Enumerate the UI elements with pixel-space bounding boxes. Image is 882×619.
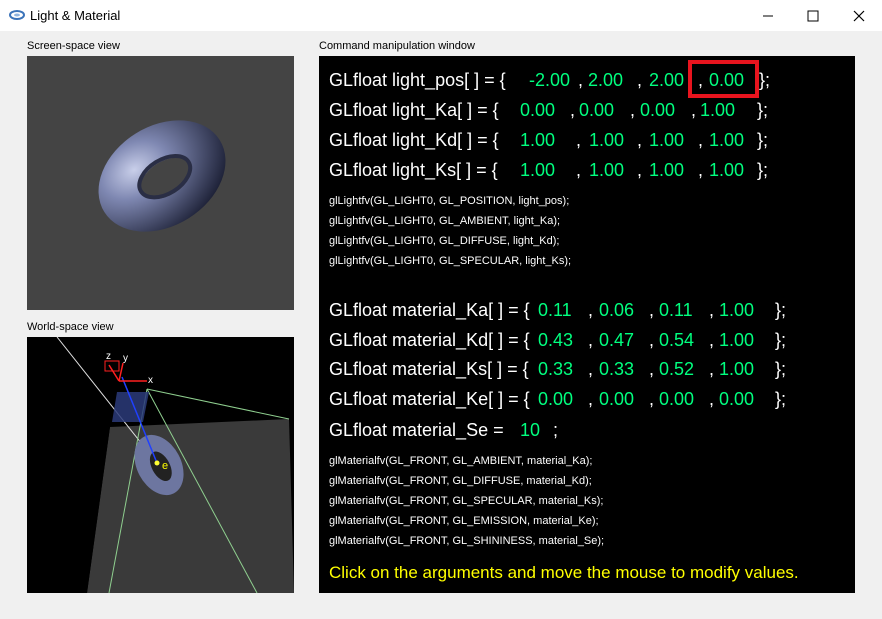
material-kd-decl: GLfloat material_Kd[ ] = { xyxy=(329,330,530,350)
material-ka-arg-0[interactable]: 0.11 xyxy=(538,300,572,321)
light-pos-arg-0[interactable]: -2.00 xyxy=(529,70,570,91)
command-window[interactable]: GLfloat light_pos[ ] = { -2.00 , 2.00 , … xyxy=(319,56,855,593)
light-ka-arg-3[interactable]: 1.00 xyxy=(700,100,735,121)
command-window-label: Command manipulation window xyxy=(319,40,475,52)
light-kd-decl: GLfloat light_Kd[ ] = { xyxy=(329,130,499,150)
material-se-arg[interactable]: 10 xyxy=(520,420,540,441)
material-kd-arg-3[interactable]: 1.00 xyxy=(719,330,754,351)
light-call-1: glLightfv(GL_LIGHT0, GL_AMBIENT, light_K… xyxy=(329,215,561,227)
torus-render xyxy=(98,120,226,232)
light-call-3: glLightfv(GL_LIGHT0, GL_SPECULAR, light_… xyxy=(329,255,572,267)
light-kd-arg-1[interactable]: 1.00 xyxy=(589,130,624,151)
axis-x-label: x xyxy=(148,375,153,386)
material-kd-arg-1[interactable]: 0.47 xyxy=(599,330,634,351)
light-kd-arg-0[interactable]: 1.00 xyxy=(520,130,555,151)
light-pos-arg-3[interactable]: 0.00 xyxy=(709,70,744,91)
material-ka-arg-3[interactable]: 1.00 xyxy=(719,300,754,321)
light-pos-decl: GLfloat light_pos[ ] = { xyxy=(329,70,506,90)
light-pos-arg-1[interactable]: 2.00 xyxy=(588,70,623,91)
light-kd-arg-2[interactable]: 1.00 xyxy=(649,130,684,151)
light-ks-decl: GLfloat light_Ks[ ] = { xyxy=(329,160,498,180)
maximize-button[interactable] xyxy=(790,0,836,31)
material-ke-arg-1[interactable]: 0.00 xyxy=(599,389,634,410)
light-ka-arg-0[interactable]: 0.00 xyxy=(520,100,555,121)
window-title: Light & Material xyxy=(30,8,121,23)
light-kd-end: }; xyxy=(757,130,769,150)
axis-y-label: y xyxy=(123,353,128,364)
material-call-1: glMaterialfv(GL_FRONT, GL_DIFFUSE, mater… xyxy=(329,475,592,487)
material-ka-arg-2[interactable]: 0.11 xyxy=(659,300,693,321)
client-area: Screen-space view World-space view x y z… xyxy=(0,31,882,619)
material-ks-arg-1[interactable]: 0.33 xyxy=(599,359,634,380)
light-ka-arg-1[interactable]: 0.00 xyxy=(579,100,614,121)
instruction-hint: Click on the arguments and move the mous… xyxy=(329,563,799,582)
light-ks-arg-0[interactable]: 1.00 xyxy=(520,160,555,181)
light-pos-arg-2[interactable]: 2.00 xyxy=(649,70,684,91)
world-scene: x y z e xyxy=(27,337,294,593)
world-view-label: World-space view xyxy=(27,321,114,333)
close-icon xyxy=(853,10,865,21)
material-kd-arg-0[interactable]: 0.43 xyxy=(538,330,573,351)
light-ka-decl: GLfloat light_Ka[ ] = { xyxy=(329,100,499,120)
material-ks-arg-2[interactable]: 0.52 xyxy=(659,359,694,380)
material-ke-arg-0[interactable]: 0.00 xyxy=(538,389,573,410)
material-call-4: glMaterialfv(GL_FRONT, GL_SHININESS, mat… xyxy=(329,535,605,547)
world-space-viewport[interactable]: x y z e xyxy=(27,337,294,593)
maximize-icon xyxy=(807,10,819,21)
light-ks-arg-1[interactable]: 1.00 xyxy=(589,160,624,181)
material-ke-end: }; xyxy=(775,389,787,409)
material-ke-arg-2[interactable]: 0.00 xyxy=(659,389,694,410)
material-ke-arg-3[interactable]: 0.00 xyxy=(719,389,754,410)
material-ks-arg-3[interactable]: 1.00 xyxy=(719,359,754,380)
light-ks-arg-3[interactable]: 1.00 xyxy=(709,160,744,181)
screen-space-viewport[interactable] xyxy=(27,56,294,310)
light-call-2: glLightfv(GL_LIGHT0, GL_DIFFUSE, light_K… xyxy=(329,235,560,247)
material-ks-arg-0[interactable]: 0.33 xyxy=(538,359,573,380)
material-se-end: ; xyxy=(553,420,559,440)
light-kd-arg-3[interactable]: 1.00 xyxy=(709,130,744,151)
material-call-0: glMaterialfv(GL_FRONT, GL_AMBIENT, mater… xyxy=(329,455,593,467)
light-call-0: glLightfv(GL_LIGHT0, GL_POSITION, light_… xyxy=(329,195,570,207)
material-call-3: glMaterialfv(GL_FRONT, GL_EMISSION, mate… xyxy=(329,515,599,527)
light-pos-end: }; xyxy=(759,70,771,90)
minimize-icon xyxy=(763,15,773,16)
minimize-button[interactable] xyxy=(745,0,791,31)
light-ks-arg-2[interactable]: 1.00 xyxy=(649,160,684,181)
material-ke-decl: GLfloat material_Ke[ ] = { xyxy=(329,389,530,409)
material-kd-end: }; xyxy=(775,330,787,350)
screen-view-label: Screen-space view xyxy=(27,40,120,52)
axis-z-label: z xyxy=(106,351,111,362)
material-call-2: glMaterialfv(GL_FRONT, GL_SPECULAR, mate… xyxy=(329,495,604,507)
material-ks-decl: GLfloat material_Ks[ ] = { xyxy=(329,359,529,379)
material-ka-decl: GLfloat material_Ka[ ] = { xyxy=(329,300,530,320)
title-bar[interactable]: Light & Material xyxy=(0,0,882,31)
material-kd-arg-2[interactable]: 0.54 xyxy=(659,330,694,351)
material-ka-end: }; xyxy=(775,300,787,320)
close-button[interactable] xyxy=(836,0,882,31)
material-ka-arg-1[interactable]: 0.06 xyxy=(599,300,634,321)
light-ka-end: }; xyxy=(757,100,769,120)
material-se-decl: GLfloat material_Se = xyxy=(329,420,504,440)
material-ks-end: }; xyxy=(775,359,787,379)
light-ka-arg-2[interactable]: 0.00 xyxy=(640,100,675,121)
light-ks-end: }; xyxy=(757,160,769,180)
app-icon xyxy=(9,10,25,20)
eye-label: e xyxy=(162,460,168,472)
